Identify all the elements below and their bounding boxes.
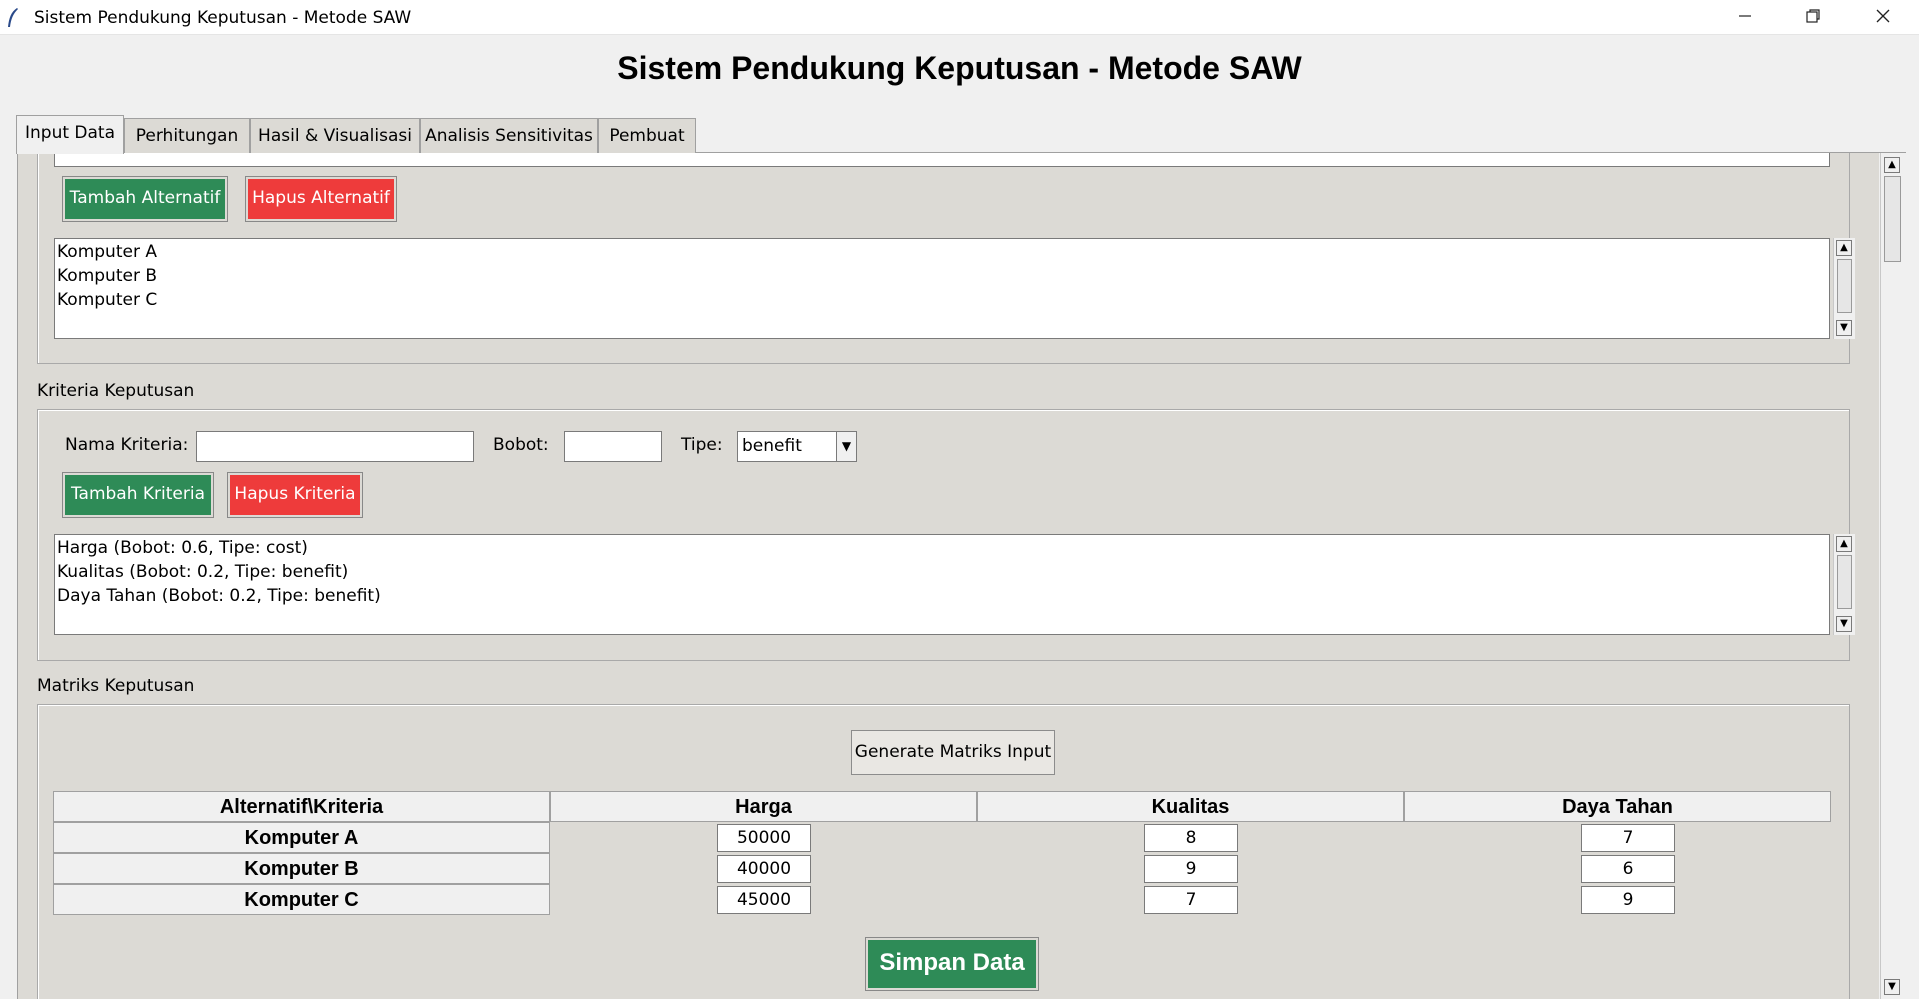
scroll-up-icon[interactable]: ▲ bbox=[1836, 240, 1852, 256]
matriks-section-label: Matriks Keputusan bbox=[37, 676, 195, 696]
hapus-kriteria-button[interactable]: Hapus Kriteria bbox=[227, 472, 363, 518]
tambah-alternatif-button[interactable]: Tambah Alternatif bbox=[62, 176, 228, 222]
matrix-header-harga: Harga bbox=[550, 791, 977, 822]
list-item[interactable]: Komputer B bbox=[57, 264, 1827, 288]
tambah-kriteria-button[interactable]: Tambah Kriteria bbox=[62, 472, 214, 518]
alternatif-listbox[interactable]: Komputer A Komputer B Komputer C bbox=[54, 238, 1830, 339]
main-scrollbar[interactable] bbox=[1880, 153, 1904, 999]
tipe-selected-value: benefit bbox=[742, 436, 802, 456]
tab-pembuat[interactable]: Pembuat bbox=[598, 118, 696, 153]
matrix-header-corner: Alternatif\Kriteria bbox=[53, 791, 550, 822]
scroll-down-icon[interactable]: ▼ bbox=[1884, 979, 1900, 995]
tab-content-input-data: Tambah Alternatif Hapus Alternatif Kompu… bbox=[17, 153, 1879, 999]
matrix-cell-input[interactable]: 9 bbox=[1144, 855, 1238, 883]
bobot-input[interactable] bbox=[564, 431, 662, 462]
close-button[interactable] bbox=[1848, 0, 1918, 35]
app-heading: Sistem Pendukung Keputusan - Metode SAW bbox=[617, 50, 1302, 86]
alternatif-name-input[interactable] bbox=[54, 153, 1830, 167]
matrix-header-kualitas: Kualitas bbox=[977, 791, 1404, 822]
tipe-combobox[interactable]: benefit ▼ bbox=[737, 431, 857, 462]
matrix-cell-input[interactable]: 7 bbox=[1144, 886, 1238, 914]
matrix-row-label: Komputer C bbox=[53, 884, 550, 915]
matrix-cell-input[interactable]: 9 bbox=[1581, 886, 1675, 914]
tab-input-data[interactable]: Input Data bbox=[16, 115, 124, 154]
kriteria-section-label: Kriteria Keputusan bbox=[37, 381, 195, 401]
list-item[interactable]: Harga (Bobot: 0.6, Tipe: cost) bbox=[57, 536, 1827, 560]
scroll-up-icon[interactable]: ▲ bbox=[1884, 157, 1900, 173]
list-item[interactable]: Komputer C bbox=[57, 288, 1827, 312]
matrix-row-label: Komputer A bbox=[53, 822, 550, 853]
restore-button[interactable] bbox=[1778, 0, 1848, 35]
window-title: Sistem Pendukung Keputusan - Metode SAW bbox=[34, 8, 412, 28]
scrollbar-thumb[interactable] bbox=[1837, 555, 1852, 609]
matrix-header-daya-tahan: Daya Tahan bbox=[1404, 791, 1831, 822]
tab-hasil-visualisasi[interactable]: Hasil & Visualisasi bbox=[250, 118, 420, 153]
bobot-label: Bobot: bbox=[493, 435, 549, 455]
list-item[interactable]: Daya Tahan (Bobot: 0.2, Tipe: benefit) bbox=[57, 584, 1827, 608]
scroll-down-icon[interactable]: ▼ bbox=[1836, 320, 1852, 336]
tab-perhitungan[interactable]: Perhitungan bbox=[124, 118, 250, 153]
scrollbar-thumb[interactable] bbox=[1837, 259, 1852, 313]
tipe-label: Tipe: bbox=[681, 435, 723, 455]
generate-matriks-button[interactable]: Generate Matriks Input bbox=[851, 730, 1055, 775]
nama-kriteria-label: Nama Kriteria: bbox=[65, 435, 189, 455]
tab-analisis-sensitivitas[interactable]: Analisis Sensitivitas bbox=[420, 118, 598, 153]
kriteria-listbox[interactable]: Harga (Bobot: 0.6, Tipe: cost) Kualitas … bbox=[54, 534, 1830, 635]
list-item[interactable]: Kualitas (Bobot: 0.2, Tipe: benefit) bbox=[57, 560, 1827, 584]
matrix-cell-input[interactable]: 50000 bbox=[717, 824, 811, 852]
chevron-down-icon[interactable]: ▼ bbox=[836, 432, 856, 461]
matrix-cell-input[interactable]: 7 bbox=[1581, 824, 1675, 852]
matrix-cell-input[interactable]: 8 bbox=[1144, 824, 1238, 852]
nama-kriteria-input[interactable] bbox=[196, 431, 474, 462]
matrix-cell-input[interactable]: 40000 bbox=[717, 855, 811, 883]
main-scrollbar-thumb[interactable] bbox=[1884, 176, 1901, 262]
minimize-button[interactable] bbox=[1710, 0, 1780, 35]
list-item[interactable]: Komputer A bbox=[57, 240, 1827, 264]
matrix-cell-input[interactable]: 6 bbox=[1581, 855, 1675, 883]
matrix-row-label: Komputer B bbox=[53, 853, 550, 884]
matrix-cell-input[interactable]: 45000 bbox=[717, 886, 811, 914]
scroll-down-icon[interactable]: ▼ bbox=[1836, 616, 1852, 632]
feather-icon bbox=[6, 7, 22, 29]
simpan-data-button[interactable]: Simpan Data bbox=[865, 937, 1039, 991]
hapus-alternatif-button[interactable]: Hapus Alternatif bbox=[245, 176, 397, 222]
scroll-up-icon[interactable]: ▲ bbox=[1836, 536, 1852, 552]
